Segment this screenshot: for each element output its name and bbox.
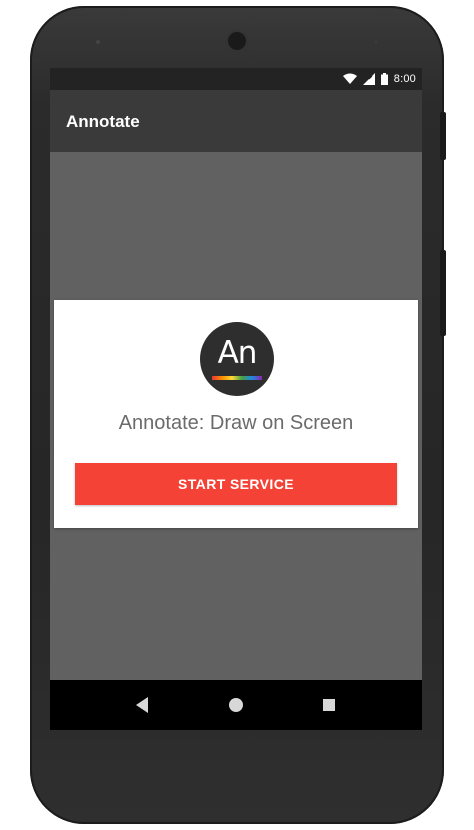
clock: 8:00 <box>393 73 416 85</box>
app-title: Annotate <box>66 112 140 131</box>
navigation-bar <box>50 680 422 730</box>
signal-icon <box>362 73 375 85</box>
home-icon[interactable] <box>229 698 243 712</box>
battery-icon <box>380 73 388 85</box>
power-button <box>440 112 446 160</box>
app-bar: Annotate <box>50 90 422 152</box>
screen: 8:00 Annotate An Annotate: Draw on Scree… <box>50 68 422 730</box>
app-logo: An <box>200 322 274 396</box>
recents-icon[interactable] <box>323 699 335 711</box>
logo-text: An <box>217 335 258 371</box>
volume-button <box>440 250 446 336</box>
start-service-button[interactable]: START SERVICE <box>75 463 397 505</box>
front-camera <box>228 32 246 50</box>
wifi-icon <box>342 73 357 85</box>
service-card: An Annotate: Draw on Screen START SERVIC… <box>54 300 418 528</box>
back-icon[interactable] <box>136 697 148 718</box>
logo-rainbow-bar <box>212 376 262 380</box>
speaker-dot <box>96 40 100 44</box>
proximity-sensor <box>374 40 378 44</box>
status-bar: 8:00 <box>50 68 422 90</box>
status-icons: 8:00 <box>342 71 416 87</box>
card-title: Annotate: Draw on Screen <box>118 412 354 434</box>
